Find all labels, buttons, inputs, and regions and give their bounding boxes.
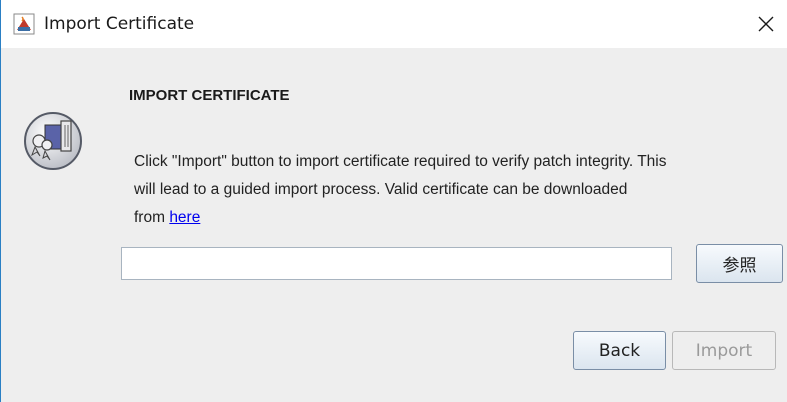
close-button[interactable] xyxy=(744,0,787,48)
certificate-import-icon xyxy=(23,111,83,171)
description-line-3: from here xyxy=(134,204,774,232)
dialog-body: IMPORT CERTIFICATE Click "Import" button… xyxy=(1,48,787,402)
import-certificate-window: Import Certificate IMPORT CERTIFICATE Cl… xyxy=(0,0,787,402)
dialog-heading: IMPORT CERTIFICATE xyxy=(129,87,290,104)
back-button[interactable]: Back xyxy=(573,331,666,370)
window-title: Import Certificate xyxy=(44,14,195,34)
close-icon xyxy=(758,16,774,32)
title-bar[interactable]: Import Certificate xyxy=(1,0,787,48)
description-line-1: Click "Import" button to import certific… xyxy=(134,153,667,170)
download-here-link[interactable]: here xyxy=(169,209,200,226)
browse-button[interactable]: 参照 xyxy=(696,244,783,283)
dialog-description: Click "Import" button to import certific… xyxy=(134,148,774,232)
certificate-path-field[interactable] xyxy=(121,247,672,280)
description-from-text: from xyxy=(134,209,170,226)
import-button[interactable]: Import xyxy=(672,331,776,370)
description-line-2: will lead to a guided import process. Va… xyxy=(134,181,628,198)
java-cup-icon xyxy=(13,13,35,35)
